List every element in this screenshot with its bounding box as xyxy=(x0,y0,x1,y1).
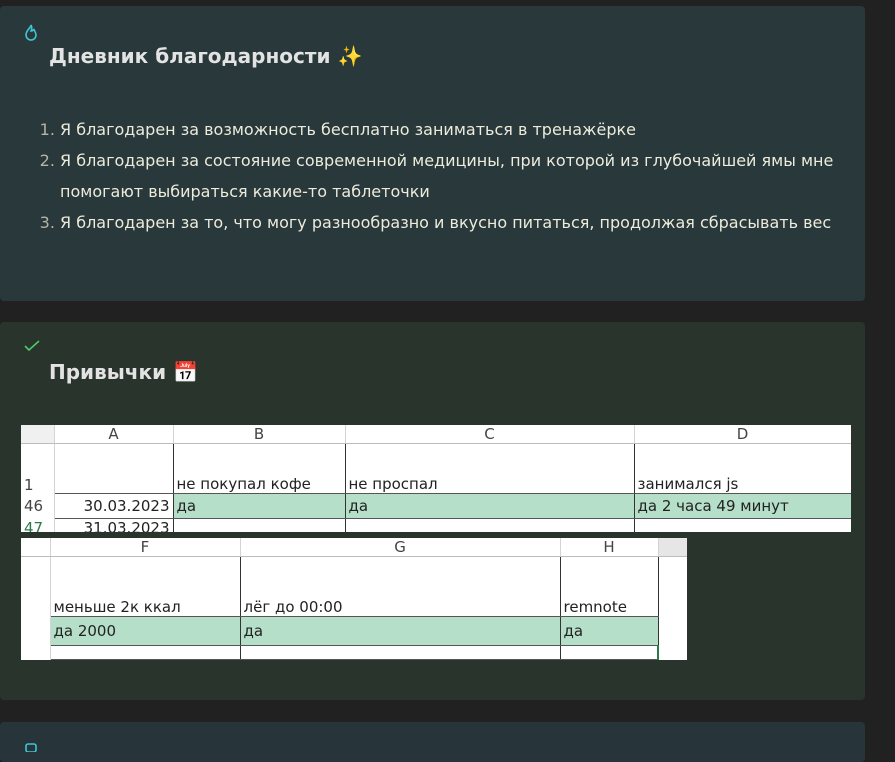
calendar-icon: 📅 xyxy=(173,360,199,384)
next-card xyxy=(0,722,865,762)
list-item: Я благодарен за состояние современной ме… xyxy=(60,145,860,207)
spreadsheet-screenshot-2: FGH меньше 2к ккал лёг до 00:00 remnote да… xyxy=(21,538,687,660)
list-item: Я благодарен за то, что могу разнообразн… xyxy=(60,207,860,238)
flame-icon xyxy=(24,24,38,46)
gratitude-card: Дневник благодарности ✨ Я благодарен за … xyxy=(0,6,865,301)
habits-card: Привычки 📅 ABCD 1 не покупал кофе не просп… xyxy=(0,322,865,700)
habits-title: Привычки 📅 xyxy=(49,360,199,384)
sparkles-icon: ✨ xyxy=(337,44,363,68)
card-icon xyxy=(24,740,38,756)
gratitude-list: Я благодарен за возможность бесплатно за… xyxy=(18,114,860,238)
spreadsheet-screenshot-1: ABCD 1 не покупал кофе не проспал занимался… xyxy=(21,425,851,532)
check-icon xyxy=(24,340,40,356)
list-item: Я благодарен за возможность бесплатно за… xyxy=(60,114,860,145)
gratitude-title: Дневник благодарности ✨ xyxy=(49,44,363,68)
